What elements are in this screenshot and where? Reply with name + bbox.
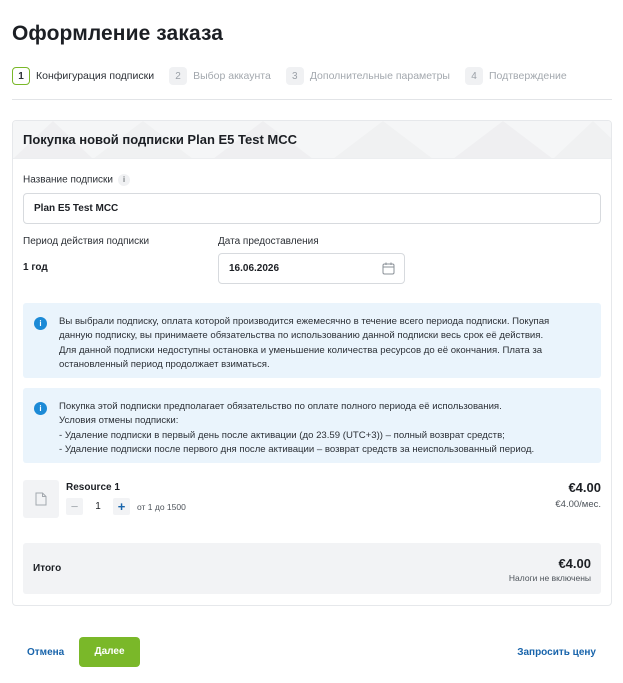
step-account[interactable]: 2 Выбор аккаунта [169, 67, 271, 85]
date-value: 16.06.2026 [229, 263, 280, 274]
step-number: 2 [169, 67, 188, 85]
increment-button[interactable]: + [113, 498, 130, 515]
step-label: Конфигурация подписки [36, 70, 155, 82]
note-line: остановленный период продолжает взиматьс… [59, 358, 270, 370]
note-line: Для данной подписки недоступны остановка… [59, 344, 543, 356]
resource-row: Resource 1 − 1 + от 1 до 1500 €4.00 €4.0… [23, 480, 601, 520]
step-label: Выбор аккаунта [193, 70, 271, 82]
card-header: Покупка новой подписки Plan E5 Test MCC [13, 121, 611, 159]
resource-price: €4.00 [568, 480, 601, 495]
note-line: - Удаление подписки после первого дня по… [59, 443, 535, 455]
note-line: - Удаление подписки в первый день после … [59, 429, 505, 441]
info-note-cancellation: i Покупка этой подписки предполагает обя… [23, 388, 601, 463]
next-button[interactable]: Далее [79, 637, 140, 667]
resource-price-per-month: €4.00/мес. [555, 499, 601, 510]
period-label: Период действия подписки [23, 236, 150, 247]
card-title: Покупка новой подписки Plan E5 Test MCC [23, 132, 297, 147]
step-extra-params[interactable]: 3 Дополнительные параметры [285, 67, 450, 85]
note-line: Покупка этой подписки предполагает обяза… [59, 401, 502, 412]
decrement-button[interactable]: − [66, 498, 83, 515]
step-number: 4 [464, 67, 483, 85]
resource-thumbnail [23, 480, 59, 518]
document-icon [35, 492, 47, 506]
subscription-card: Покупка новой подписки Plan E5 Test MCC … [12, 120, 612, 606]
step-configuration[interactable]: 1 Конфигурация подписки [12, 67, 154, 85]
tax-note: Налоги не включены [508, 573, 591, 583]
note-line: Условия отмены подписки: [59, 415, 179, 427]
total-panel: Итого €4.00 Налоги не включены [23, 543, 601, 594]
cancel-button[interactable]: Отмена [27, 647, 64, 658]
step-confirmation[interactable]: 4 Подтверждение [464, 67, 567, 85]
resource-name: Resource 1 [66, 482, 120, 493]
period-value: 1 год [23, 262, 48, 273]
info-icon: i [34, 402, 47, 415]
step-number: 3 [285, 67, 304, 85]
step-label: Подтверждение [488, 70, 567, 82]
total-label: Итого [33, 563, 62, 574]
quantity-input[interactable]: 1 [83, 498, 113, 515]
subscription-name-label: Название подписки i [23, 174, 131, 186]
date-label: Дата предоставления [218, 236, 319, 247]
note-line: Вы выбрали подписку, оплата которой прои… [59, 316, 550, 327]
subscription-name-input[interactable]: Plan E5 Test MCC [23, 193, 601, 224]
request-quote-button[interactable]: Запросить цену [517, 647, 596, 658]
name-label-text: Название подписки [23, 174, 114, 186]
step-number: 1 [12, 67, 30, 85]
step-label: Дополнительные параметры [309, 70, 450, 82]
calendar-icon[interactable] [382, 262, 395, 275]
date-input[interactable]: 16.06.2026 [218, 253, 405, 284]
total-price: €4.00 [558, 556, 591, 571]
info-note-monthly: i Вы выбрали подписку, оплата которой пр… [23, 303, 601, 378]
quantity-stepper: − 1 + от 1 до 1500 [66, 498, 186, 515]
note-line: данную подписку, вы принимаете обязатель… [59, 330, 544, 342]
order-stepper: 1 Конфигурация подписки 2 Выбор аккаунта… [12, 67, 582, 85]
info-icon: i [34, 317, 47, 330]
page-title: Оформление заказа [12, 22, 224, 45]
quantity-range: от 1 до 1500 [137, 501, 186, 512]
divider [12, 99, 612, 100]
info-icon[interactable]: i [118, 174, 131, 186]
